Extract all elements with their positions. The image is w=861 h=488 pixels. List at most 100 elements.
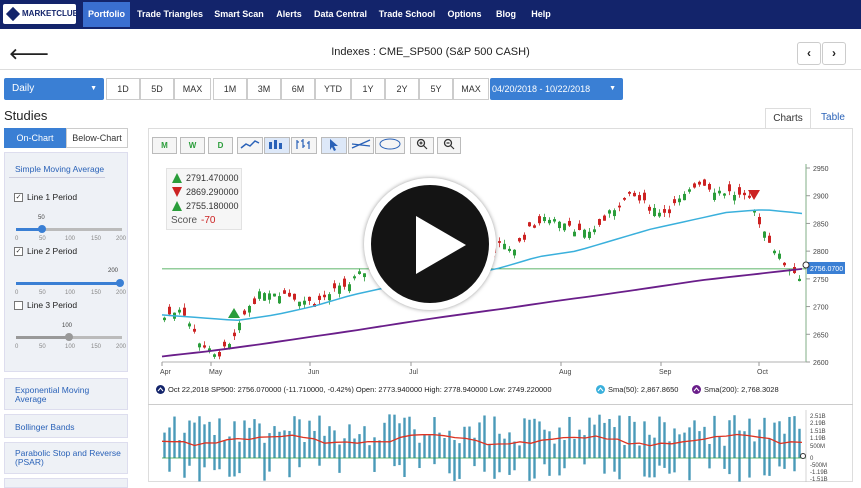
buy-triangle-icon[interactable] [228,308,240,318]
line1-slider[interactable] [16,225,122,233]
date-range-picker[interactable]: 04/20/2018 - 10/22/2018 ▼ [490,78,623,100]
volume-bar [403,417,406,458]
volume-bar-neg [458,458,461,479]
candle [578,223,581,231]
volume-crosshair-marker [800,453,806,459]
bollinger-study-title[interactable]: Bollinger Bands [15,422,75,432]
volume-tick-label: -1.51B [810,477,828,482]
nav-data-central[interactable]: Data Central [311,2,370,27]
sma200-series-icon [692,385,701,394]
monthly-triangle-icon[interactable]: M [152,137,177,154]
tab-on-chart[interactable]: On-Chart [4,128,66,148]
nav-trade-triangles[interactable]: Trade Triangles [134,2,206,27]
range-1y-button[interactable]: 1Y [351,78,385,100]
volume-bar [523,418,526,458]
range-1m-button[interactable]: 1M [213,78,247,100]
nav-trade-school[interactable]: Trade School [375,2,439,27]
pointer-icon[interactable] [321,137,347,154]
volume-bar [393,414,396,458]
candle [558,221,561,229]
bar-chart-icon[interactable] [264,137,290,154]
chevron-left-icon[interactable]: ‹ [797,42,821,65]
candle [338,285,341,294]
candle [363,273,366,278]
range-5y-button[interactable]: 5Y [419,78,453,100]
candle [323,294,326,298]
tab-table[interactable]: Table [812,108,854,128]
trendline-icon[interactable] [348,137,374,154]
candle [783,262,786,266]
slider-handle[interactable] [116,279,124,287]
ema-study-panel[interactable]: Exponential Moving Average [4,378,128,410]
psar-study-title[interactable]: Parabolic Stop and Reverse (PSAR) [15,449,125,467]
line3-slider[interactable] [16,333,122,341]
volume-bar-neg [183,458,186,478]
volume-bar-neg [613,458,616,472]
volume-bar [548,431,551,458]
candle [668,209,671,214]
range-5d-button[interactable]: 5D [140,78,174,100]
candle [288,292,291,297]
volume-bar [423,434,426,458]
volume-bar [703,426,706,458]
volume-bar [338,444,341,458]
sma50-legend-text: Sma(50): 2,867.8650 [608,385,679,394]
candle [503,243,506,250]
volume-bar [698,431,701,458]
slider-handle[interactable] [38,225,46,233]
nav-options[interactable]: Options [443,2,486,27]
volume-bar-neg [728,458,731,475]
slider-handle[interactable] [65,333,73,341]
video-play-button[interactable] [364,178,496,310]
line-chart-icon[interactable] [237,137,263,154]
volume-bar [298,419,301,458]
candle [658,212,661,217]
price-chart[interactable]: 2950 2900 2850 2800 2750 2700 2650 2600 Apr May J… [148,158,853,406]
volume-bar-neg [338,458,341,473]
line2-checkbox[interactable]: ✓ [14,247,23,256]
chevron-right-icon[interactable]: › [822,42,846,65]
nav-portfolio[interactable]: Portfolio [83,2,130,27]
range-1d-button[interactable]: 1D [106,78,140,100]
volume-bar-neg [748,458,751,478]
line3-label: Line 3 Period [27,300,78,310]
candle [603,215,606,221]
volume-bar-neg [763,458,766,476]
range-6m-button[interactable]: 6M [281,78,315,100]
daily-triangle-icon[interactable]: D [208,137,233,154]
range-2y-button[interactable]: 2Y [385,78,419,100]
volume-bar-neg [288,458,291,478]
line3-checkbox[interactable] [14,301,23,310]
marketclub-logo[interactable]: MARKETCLUB [3,4,79,24]
volume-bar [593,424,596,458]
candle [273,293,276,297]
range-ytd-button[interactable]: YTD [315,78,351,100]
ohlc-chart-icon[interactable] [291,137,317,154]
tab-below-chart[interactable]: Below-Chart [66,128,128,148]
zoom-out-icon[interactable] [437,137,461,154]
psar-study-panel[interactable]: Parabolic Stop and Reverse (PSAR) [4,442,128,474]
volume-bar [248,427,251,458]
weekly-triangle-icon[interactable]: W [180,137,205,154]
tab-charts[interactable]: Charts [765,108,811,128]
volume-bar [503,438,506,458]
volume-bar-neg [493,458,496,479]
range-max-button[interactable]: MAX [453,78,489,100]
fibonacci-icon[interactable] [375,137,405,154]
bollinger-study-panel[interactable]: Bollinger Bands [4,414,128,438]
sma-study-title[interactable]: Simple Moving Average [15,164,104,174]
nav-smart-scan[interactable]: Smart Scan [210,2,268,27]
nav-alerts[interactable]: Alerts [271,2,307,27]
zoom-in-icon[interactable] [410,137,434,154]
range-max-intraday-button[interactable]: MAX [174,78,211,100]
line1-checkbox[interactable]: ✓ [14,193,23,202]
nav-help[interactable]: Help [526,2,556,27]
ema-study-title[interactable]: Exponential Moving Average [15,386,115,404]
range-3m-button[interactable]: 3M [247,78,281,100]
line2-slider[interactable] [16,279,124,287]
logo-text: MARKETCLUB [22,9,79,18]
nav-blog[interactable]: Blog [490,2,522,27]
quote-legend: Oct 22,2018 SP500: 2756.070000 (-11.7100… [156,384,856,396]
interval-select[interactable]: Daily ▼ [4,78,104,100]
y-tick-label: 2750 [813,277,829,284]
